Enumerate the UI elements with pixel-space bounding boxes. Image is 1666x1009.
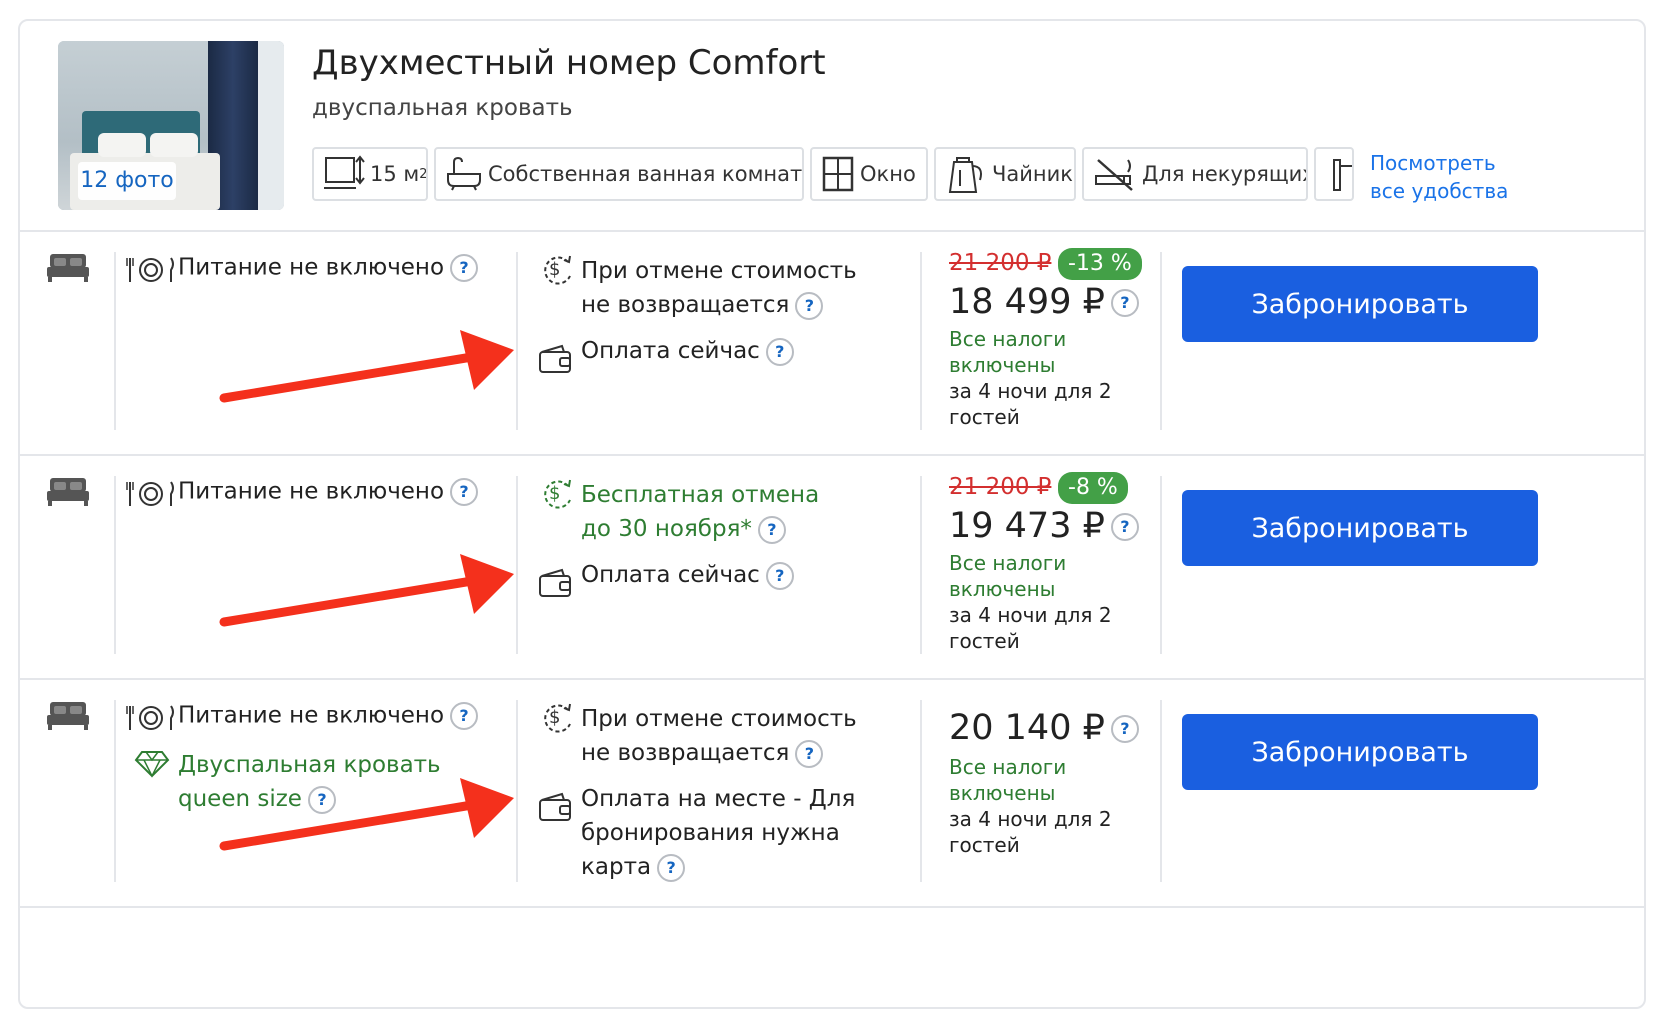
- taxes-included-note: Все налоги включены: [949, 755, 1067, 805]
- taxes-included-note: Все налоги включены: [949, 327, 1067, 377]
- window-icon: [822, 156, 854, 192]
- svg-text:$: $: [549, 707, 560, 728]
- amenity-more: [1314, 147, 1354, 201]
- wallet-icon: [539, 344, 571, 373]
- cancellation-help-icon[interactable]: ?: [757, 515, 786, 544]
- diamond-icon: [134, 751, 170, 778]
- payment-method: Оплата сейчас?: [581, 558, 794, 592]
- bathtub-icon: [447, 156, 481, 191]
- area-unit-superscript: 2: [419, 166, 428, 182]
- price: 19 473 ₽?: [949, 506, 1139, 546]
- amenity-area-label: 15 м: [370, 162, 420, 186]
- amenity-bathroom-label: Собственная ванная комната: [488, 162, 804, 186]
- photo-count-badge[interactable]: 12 фото: [78, 162, 176, 200]
- book-button[interactable]: Забронировать: [1182, 714, 1538, 790]
- price: 20 140 ₽?: [949, 708, 1139, 748]
- bed-icon: [47, 254, 89, 282]
- meal-icon: [126, 257, 174, 282]
- price: 18 499 ₽?: [949, 282, 1139, 322]
- meal-help-icon[interactable]: ?: [450, 254, 479, 282]
- refund-dollar-icon: $: [544, 479, 571, 509]
- stay-summary: за 4 ночи для 2 гостей: [949, 379, 1112, 429]
- offer-row-1: Питание не включено? $ При отмене стоимо…: [20, 230, 1644, 456]
- see-all-line2: все удобства: [1370, 179, 1509, 203]
- amenity-kettle: Чайник: [934, 147, 1076, 201]
- payment-help-icon[interactable]: ?: [765, 337, 794, 366]
- svg-text:$: $: [549, 483, 560, 504]
- payment-method: Оплата на месте - Для бронирования нужна…: [581, 786, 856, 882]
- room-card: 12 фото Двухместный номер Comfort двуспа…: [18, 19, 1646, 1009]
- discount-badge: -8 %: [1058, 472, 1128, 504]
- meal-label: Питание не включено?: [178, 254, 479, 282]
- refund-dollar-icon: $: [544, 255, 571, 285]
- bed-icon: [47, 478, 89, 506]
- red-arrow-annotation: [219, 554, 514, 627]
- amenity-kettle-label: Чайник: [992, 162, 1073, 186]
- payment-help-icon[interactable]: ?: [657, 853, 686, 882]
- stay-summary: за 4 ночи для 2 гостей: [949, 603, 1112, 653]
- price-help-icon[interactable]: ?: [1110, 513, 1139, 541]
- discount-badge: -13 %: [1058, 248, 1142, 280]
- old-price: 21 200 ₽: [949, 474, 1052, 500]
- taxes-included-note: Все налоги включены: [949, 551, 1067, 601]
- offer-row-2: Питание не включено? $ Бесплатная отмена…: [20, 454, 1644, 680]
- svg-text:$: $: [549, 259, 560, 280]
- room-photo[interactable]: 12 фото: [58, 41, 284, 210]
- meal-help-icon[interactable]: ?: [450, 702, 479, 730]
- room-subtitle: двуспальная кровать: [312, 95, 573, 121]
- meal-icon: [126, 481, 174, 506]
- cancellation-help-icon[interactable]: ?: [795, 739, 824, 768]
- meal-label: Питание не включено?: [178, 478, 479, 506]
- see-all-line1: Посмотреть: [1370, 151, 1496, 175]
- cancellation-help-icon[interactable]: ?: [795, 291, 824, 320]
- refund-dollar-icon: $: [544, 703, 571, 733]
- no-smoking-icon: [1095, 159, 1133, 191]
- amenity-nonsmoking: Для некурящих: [1082, 147, 1308, 201]
- red-arrow-annotation: [219, 330, 514, 403]
- see-all-amenities-link[interactable]: Посмотреть все удобства: [1370, 149, 1508, 205]
- book-button[interactable]: Забронировать: [1182, 490, 1538, 566]
- kettle-icon: [948, 157, 982, 193]
- book-button[interactable]: Забронировать: [1182, 266, 1538, 342]
- meal-help-icon[interactable]: ?: [450, 478, 479, 506]
- room-header: 12 фото Двухместный номер Comfort двуспа…: [20, 21, 1644, 232]
- amenity-window-label: Окно: [860, 162, 916, 186]
- wallet-icon: [539, 568, 571, 597]
- price-help-icon[interactable]: ?: [1110, 289, 1139, 317]
- cancellation-policy: При отмене стоимость не возвращается?: [581, 706, 857, 768]
- cancellation-policy: При отмене стоимость не возвращается?: [581, 258, 857, 320]
- offer-row-3: Питание не включено? Двуспальная кровать…: [20, 678, 1644, 908]
- price-help-icon[interactable]: ?: [1110, 715, 1139, 743]
- area-icon: [324, 155, 365, 189]
- red-arrow-annotation: [219, 778, 514, 851]
- room-title: Двухместный номер Comfort: [312, 43, 826, 83]
- meal-label: Питание не включено?: [178, 702, 479, 730]
- amenity-area: 15 м2: [312, 147, 428, 201]
- payment-method: Оплата сейчас?: [581, 334, 794, 368]
- amenity-nonsmoking-label: Для некурящих: [1142, 162, 1308, 186]
- old-price: 21 200 ₽: [949, 250, 1052, 276]
- clothes-hanger-icon: [1333, 159, 1352, 191]
- wallet-icon: [539, 792, 571, 821]
- bed-icon: [47, 702, 89, 730]
- meal-icon: [126, 705, 174, 730]
- stay-summary: за 4 ночи для 2 гостей: [949, 807, 1112, 857]
- cancellation-policy: Бесплатная отмена до 30 ноября*?: [581, 482, 820, 544]
- amenity-window: Окно: [810, 147, 928, 201]
- amenity-bathroom: Собственная ванная комната: [434, 147, 804, 201]
- payment-help-icon[interactable]: ?: [765, 561, 794, 590]
